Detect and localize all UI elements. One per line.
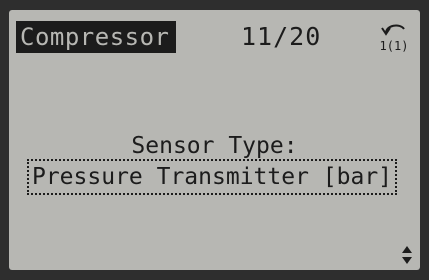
nav-icon-text: 1(1) xyxy=(380,39,409,53)
display-bezel: Compressor 11/20 1(1) Sensor Type: Press… xyxy=(0,0,429,280)
up-down-arrows-icon xyxy=(402,246,412,264)
parameter-value-field[interactable]: Pressure Transmitter [bar] xyxy=(27,159,397,195)
back-arrow-icon[interactable]: 1(1) xyxy=(376,19,412,53)
lcd-screen: Compressor 11/20 1(1) Sensor Type: Press… xyxy=(9,10,420,270)
parameter-value-text: Pressure Transmitter [bar] xyxy=(31,164,393,190)
header-bar: Compressor 11/20 1(1) xyxy=(9,10,420,58)
parameter-label: Sensor Type: xyxy=(131,133,298,159)
menu-title: Compressor xyxy=(16,21,176,53)
page-indicator: 11/20 xyxy=(241,22,322,51)
